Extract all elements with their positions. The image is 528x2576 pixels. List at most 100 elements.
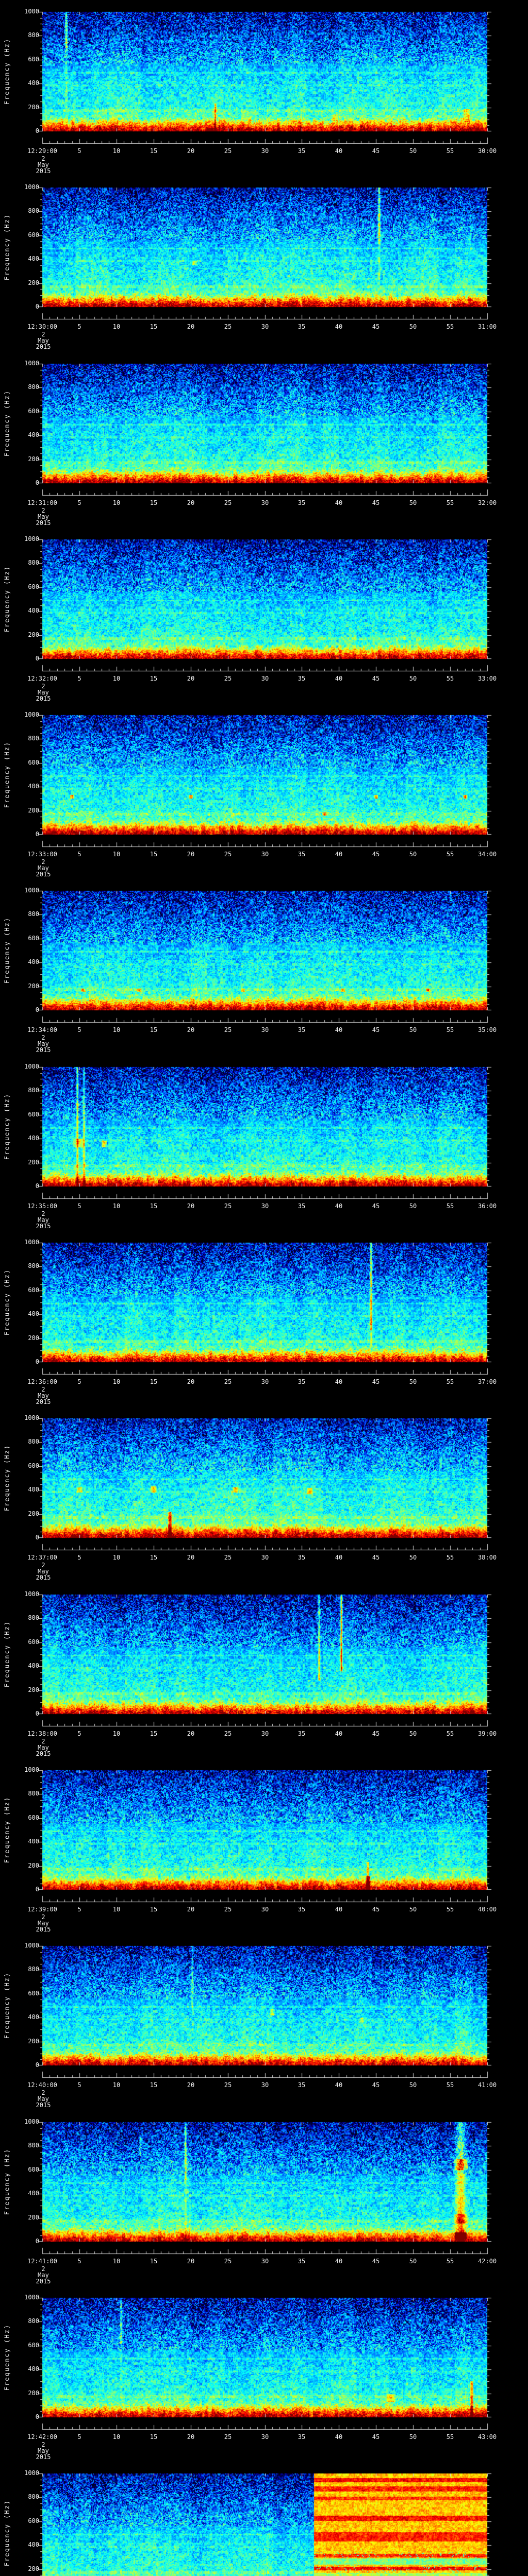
x-tick-label: 5: [77, 851, 81, 858]
x-tick-label: 5: [77, 2258, 81, 2265]
x-tick-label: 5: [77, 1026, 81, 1033]
x-tick-label: 45: [372, 1730, 380, 1737]
x-end-time-label: 39:00: [477, 1730, 497, 1737]
x-tick-label: 50: [409, 675, 417, 682]
x-tick-label: 35: [298, 675, 306, 682]
x-tick-label: 5: [77, 1202, 81, 1210]
x-tick-label: 5: [77, 675, 81, 682]
x-tick-label: 55: [446, 1554, 454, 1561]
x-tick-label: 10: [112, 2258, 121, 2265]
x-tick-label: 15: [150, 1730, 158, 1737]
y-tick-label: 400: [28, 2541, 39, 2548]
y-tick-label: 800: [28, 1087, 39, 1094]
y-tick-label: 400: [28, 607, 39, 614]
y-tick-label: 0: [35, 1710, 39, 1717]
spectrogram-panel: Frequency (Hz) 0 200 400 600 800 1000 12:36:00 5…: [0, 1231, 528, 1407]
y-tick-label: 400: [28, 2190, 39, 2197]
x-tick-label: 55: [446, 323, 454, 330]
y-tick-label: 0: [35, 2413, 39, 2420]
y-tick-label: 800: [28, 559, 39, 566]
x-tick-label: 35: [298, 323, 306, 330]
x-start-time-label: 12:29:00: [27, 147, 57, 155]
y-tick-label: 600: [28, 2342, 39, 2349]
spectrogram-panel: Frequency (Hz) 0 200 400 600 800 1000 12:34:00 5…: [0, 879, 528, 1055]
x-tick-label: 5: [77, 1554, 81, 1561]
y-tick-label: 1000: [24, 360, 39, 367]
y-tick-label: 600: [28, 583, 39, 590]
y-axis-title: Frequency (Hz): [3, 1444, 11, 1512]
date-line: 2015: [36, 1926, 51, 1933]
y-tick-label: 200: [28, 1686, 39, 1693]
y-tick-label: 1000: [24, 711, 39, 718]
x-tick-label: 30: [261, 851, 269, 858]
x-tick-label: 55: [446, 1730, 454, 1737]
x-tick-label: 30: [261, 1906, 269, 1913]
x-tick-label: 35: [298, 1906, 306, 1913]
y-tick-label: 400: [28, 1838, 39, 1845]
x-tick-label: 25: [224, 675, 232, 682]
x-tick-label: 35: [298, 1378, 306, 1385]
y-axis-title: Frequency (Hz): [3, 1796, 11, 1863]
spectrogram-panel: Frequency (Hz) 0 200 400 600 800 1000 12:30:00 5…: [0, 176, 528, 352]
x-tick-label: 55: [446, 1202, 454, 1210]
x-tick-label: 5: [77, 1730, 81, 1737]
y-axis-title: Frequency (Hz): [3, 565, 11, 633]
y-tick-label: 0: [35, 303, 39, 310]
x-tick-label: 5: [77, 323, 81, 330]
x-start-time-label: 12:37:00: [27, 1554, 57, 1561]
y-tick-label: 0: [35, 1534, 39, 1541]
x-tick-label: 50: [409, 1026, 417, 1033]
x-tick-label: 20: [187, 2258, 195, 2265]
y-tick-label: 600: [28, 1111, 39, 1118]
x-tick-label: 30: [261, 1730, 269, 1737]
x-tick-label: 45: [372, 2081, 380, 2089]
x-tick-label: 20: [187, 1730, 195, 1737]
y-tick-label: 1000: [24, 2469, 39, 2477]
x-tick-label: 40: [335, 2081, 343, 2089]
x-start-time-label: 12:36:00: [27, 1378, 57, 1385]
x-tick-label: 45: [372, 499, 380, 506]
x-tick-label: 50: [409, 2258, 417, 2265]
date-line: 2015: [36, 519, 51, 527]
spectrogram-panel: Frequency (Hz) 0 200 400 600 800 1000 12:39:00 5…: [0, 1758, 528, 1935]
y-tick-label: 1000: [24, 1063, 39, 1070]
y-tick-label: 600: [28, 2517, 39, 2524]
y-axis-title: Frequency (Hz): [3, 2499, 11, 2567]
x-tick-label: 40: [335, 499, 343, 506]
y-tick-label: 1000: [24, 1414, 39, 1421]
x-end-time-label: 30:00: [477, 147, 497, 155]
y-tick-label: 0: [35, 831, 39, 838]
y-tick-label: 600: [28, 1990, 39, 1997]
y-tick-label: 600: [28, 1462, 39, 1469]
x-tick-label: 25: [224, 851, 232, 858]
x-tick-label: 25: [224, 2081, 232, 2089]
x-tick-label: 15: [150, 1554, 158, 1561]
y-tick-label: 600: [28, 935, 39, 942]
y-tick-label: 200: [28, 2038, 39, 2045]
y-tick-label: 600: [28, 2166, 39, 2173]
y-tick-label: 600: [28, 1286, 39, 1294]
y-tick-label: 800: [28, 2142, 39, 2149]
date-line: 2015: [36, 1046, 51, 1054]
spectrogram-panel: Frequency (Hz) 0 200 400 600 800 1000 12:38:00 5…: [0, 1583, 528, 1759]
y-tick-label: 200: [28, 807, 39, 814]
y-tick-label: 0: [35, 1006, 39, 1013]
y-tick-label: 800: [28, 31, 39, 39]
x-tick-label: 55: [446, 2433, 454, 2441]
y-tick-label: 1000: [24, 1766, 39, 1773]
x-end-time-label: 31:00: [477, 323, 497, 330]
y-tick-label: 400: [28, 255, 39, 262]
y-axis-title: Frequency (Hz): [3, 1972, 11, 2039]
x-tick-label: 10: [112, 1026, 121, 1033]
x-tick-label: 45: [372, 1202, 380, 1210]
x-start-time-label: 12:42:00: [27, 2433, 57, 2441]
date-line: 2015: [36, 2102, 51, 2109]
date-line: 2015: [36, 343, 51, 350]
y-tick-label: 600: [28, 1814, 39, 1821]
date-line: 2015: [36, 695, 51, 702]
x-tick-label: 20: [187, 499, 195, 506]
y-axis-title: Frequency (Hz): [3, 1268, 11, 1336]
x-tick-label: 15: [150, 2433, 158, 2441]
x-tick-label: 50: [409, 147, 417, 155]
x-tick-label: 40: [335, 675, 343, 682]
